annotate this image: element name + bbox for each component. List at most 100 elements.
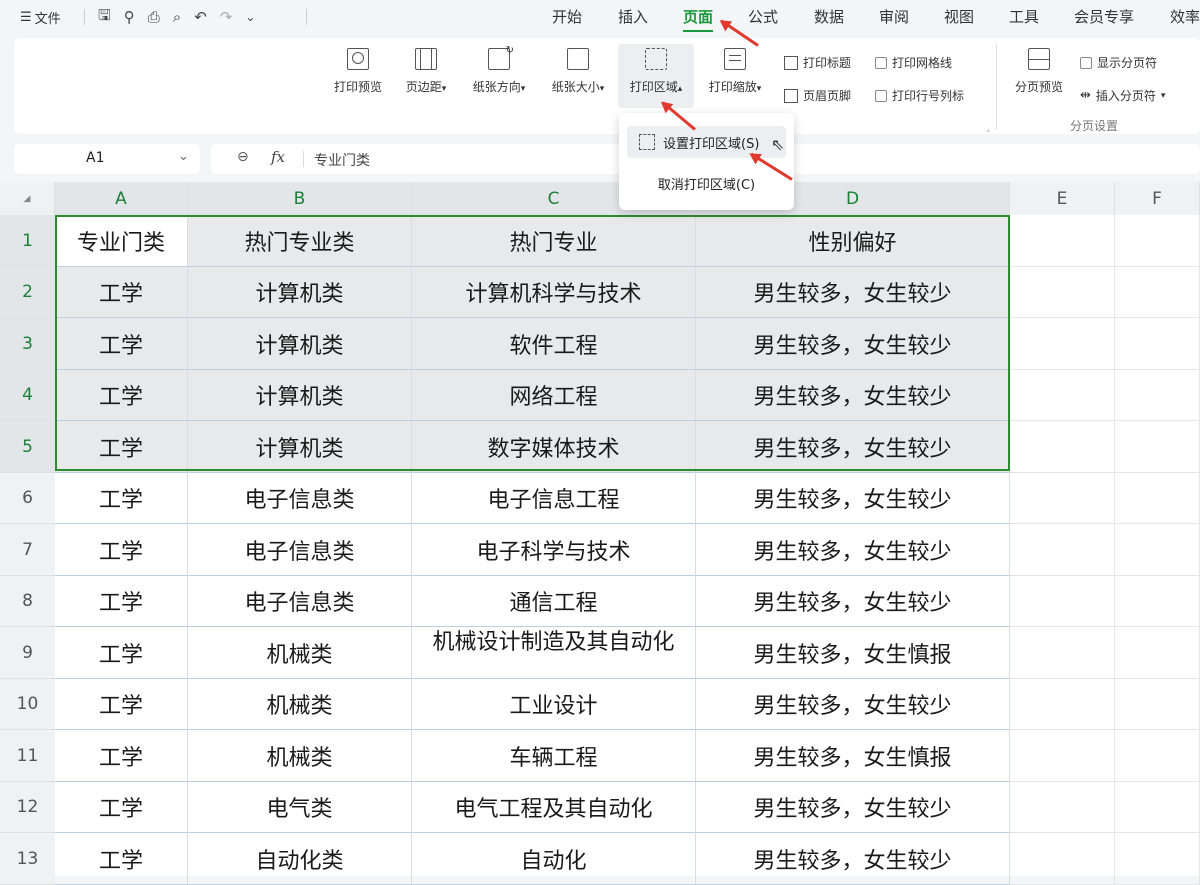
row-header[interactable]: 3 <box>0 318 55 370</box>
row-header[interactable]: 13 <box>0 833 55 885</box>
row-header[interactable]: 10 <box>0 679 55 730</box>
link-icon[interactable]: ⚲ <box>124 8 135 26</box>
tab-tools[interactable]: 工具 <box>1009 6 1039 27</box>
column-header-a[interactable]: A <box>55 182 188 215</box>
table-cell[interactable]: 机械设计制造及其自动化 <box>412 627 696 679</box>
table-cell[interactable]: 工学 <box>55 524 188 576</box>
empty-cell[interactable] <box>1010 782 1115 833</box>
tab-efficiency[interactable]: 效率 <box>1170 6 1200 27</box>
tab-data[interactable]: 数据 <box>814 6 844 27</box>
empty-cell[interactable] <box>1010 267 1115 318</box>
empty-cell[interactable] <box>1115 267 1200 318</box>
empty-cell[interactable] <box>1010 215 1115 267</box>
table-cell[interactable]: 工学 <box>55 679 188 730</box>
table-cell[interactable]: 工学 <box>55 782 188 833</box>
empty-cell[interactable] <box>1010 679 1115 730</box>
fx-icon[interactable]: fx <box>271 148 285 166</box>
margins-button[interactable]: 页边距▾ <box>398 48 454 95</box>
table-cell[interactable]: 性别偏好 <box>696 215 1010 267</box>
table-cell[interactable]: 机械类 <box>188 627 412 679</box>
empty-cell[interactable] <box>1115 473 1200 524</box>
show-page-breaks-checkbox[interactable]: 显示分页符 <box>1080 54 1157 71</box>
table-cell[interactable]: 电子科学与技术 <box>412 524 696 576</box>
table-cell[interactable]: 机械类 <box>188 730 412 782</box>
empty-cell[interactable] <box>1115 421 1200 473</box>
row-header[interactable]: 4 <box>0 370 55 421</box>
table-cell[interactable]: 计算机科学与技术 <box>412 267 696 318</box>
select-all-corner[interactable]: ◢ <box>0 182 55 215</box>
row-header[interactable]: 9 <box>0 627 55 679</box>
print-preview-icon[interactable]: ⌕ <box>173 8 181 26</box>
table-cell[interactable]: 工学 <box>55 473 188 524</box>
empty-cell[interactable] <box>1115 679 1200 730</box>
table-cell[interactable]: 计算机类 <box>188 370 412 421</box>
redo-icon[interactable]: ↷ <box>220 8 233 26</box>
table-cell[interactable]: 工学 <box>55 370 188 421</box>
tab-start[interactable]: 开始 <box>552 6 582 27</box>
page-break-preview-button[interactable]: 分页预览 <box>1010 48 1068 95</box>
table-cell[interactable]: 电子信息类 <box>188 524 412 576</box>
header-footer-button[interactable]: 页眉页脚 <box>784 87 851 104</box>
column-header-b[interactable]: B <box>188 182 412 215</box>
empty-cell[interactable] <box>1115 370 1200 421</box>
empty-cell[interactable] <box>1115 215 1200 267</box>
table-cell[interactable]: 男生较多，女生较少 <box>696 421 1010 473</box>
table-cell[interactable]: 男生较多，女生较少 <box>696 524 1010 576</box>
table-cell[interactable]: 工学 <box>55 576 188 627</box>
empty-cell[interactable] <box>1115 730 1200 782</box>
table-cell[interactable]: 车辆工程 <box>412 730 696 782</box>
empty-cell[interactable] <box>1115 318 1200 370</box>
empty-cell[interactable] <box>1010 833 1115 885</box>
table-cell[interactable]: 男生较多，女生较少 <box>696 576 1010 627</box>
empty-cell[interactable] <box>1115 576 1200 627</box>
table-cell[interactable]: 男生较多，女生慎报 <box>696 627 1010 679</box>
table-cell[interactable]: 电气类 <box>188 782 412 833</box>
row-header[interactable]: 11 <box>0 730 55 782</box>
table-cell[interactable]: 工学 <box>55 318 188 370</box>
table-cell[interactable]: 计算机类 <box>188 267 412 318</box>
table-cell[interactable]: 工学 <box>55 627 188 679</box>
row-header[interactable]: 12 <box>0 782 55 833</box>
column-header-e[interactable]: E <box>1010 182 1115 215</box>
dialog-launcher-icon[interactable]: ⌟ <box>986 124 990 133</box>
table-cell[interactable]: 机械类 <box>188 679 412 730</box>
table-cell[interactable]: 男生较多，女生较少 <box>696 782 1010 833</box>
empty-cell[interactable] <box>1115 524 1200 576</box>
table-cell[interactable]: 男生较多，女生较少 <box>696 370 1010 421</box>
table-cell[interactable]: 工学 <box>55 833 188 885</box>
print-row-col-headers-checkbox[interactable]: 打印行号列标 <box>875 87 964 104</box>
table-cell[interactable]: 软件工程 <box>412 318 696 370</box>
empty-cell[interactable] <box>1010 730 1115 782</box>
table-cell[interactable]: 数字媒体技术 <box>412 421 696 473</box>
table-cell[interactable]: 网络工程 <box>412 370 696 421</box>
table-cell[interactable]: 热门专业类 <box>188 215 412 267</box>
undo-icon[interactable]: ↶ <box>194 8 207 26</box>
table-cell[interactable]: 男生较多，女生慎报 <box>696 730 1010 782</box>
empty-cell[interactable] <box>1010 421 1115 473</box>
print-titles-button[interactable]: 打印标题 <box>784 54 851 71</box>
row-header[interactable]: 7 <box>0 524 55 576</box>
empty-cell[interactable] <box>1115 782 1200 833</box>
tab-member[interactable]: 会员专享 <box>1074 6 1134 27</box>
table-cell[interactable]: 自动化类 <box>188 833 412 885</box>
table-cell[interactable]: 男生较多，女生较少 <box>696 679 1010 730</box>
table-cell[interactable]: 专业门类 <box>55 215 188 267</box>
tab-formula[interactable]: 公式 <box>748 6 778 27</box>
empty-cell[interactable] <box>1010 627 1115 679</box>
paper-size-button[interactable]: 纸张大小▾ <box>543 48 613 95</box>
table-cell[interactable]: 电子信息工程 <box>412 473 696 524</box>
empty-cell[interactable] <box>1010 524 1115 576</box>
table-cell[interactable]: 通信工程 <box>412 576 696 627</box>
table-cell[interactable]: 男生较多，女生较少 <box>696 473 1010 524</box>
print-preview-button[interactable]: 打印预览 <box>330 48 386 95</box>
column-header-f[interactable]: F <box>1115 182 1200 215</box>
chevron-down-icon[interactable]: ⌄ <box>245 10 255 24</box>
print-area-button[interactable]: 打印区域▴ <box>620 48 692 95</box>
table-cell[interactable]: 计算机类 <box>188 318 412 370</box>
tab-view[interactable]: 视图 <box>944 6 974 27</box>
table-cell[interactable]: 工学 <box>55 267 188 318</box>
table-cell[interactable]: 热门专业 <box>412 215 696 267</box>
table-cell[interactable]: 计算机类 <box>188 421 412 473</box>
tab-insert[interactable]: 插入 <box>618 6 648 27</box>
empty-cell[interactable] <box>1010 473 1115 524</box>
